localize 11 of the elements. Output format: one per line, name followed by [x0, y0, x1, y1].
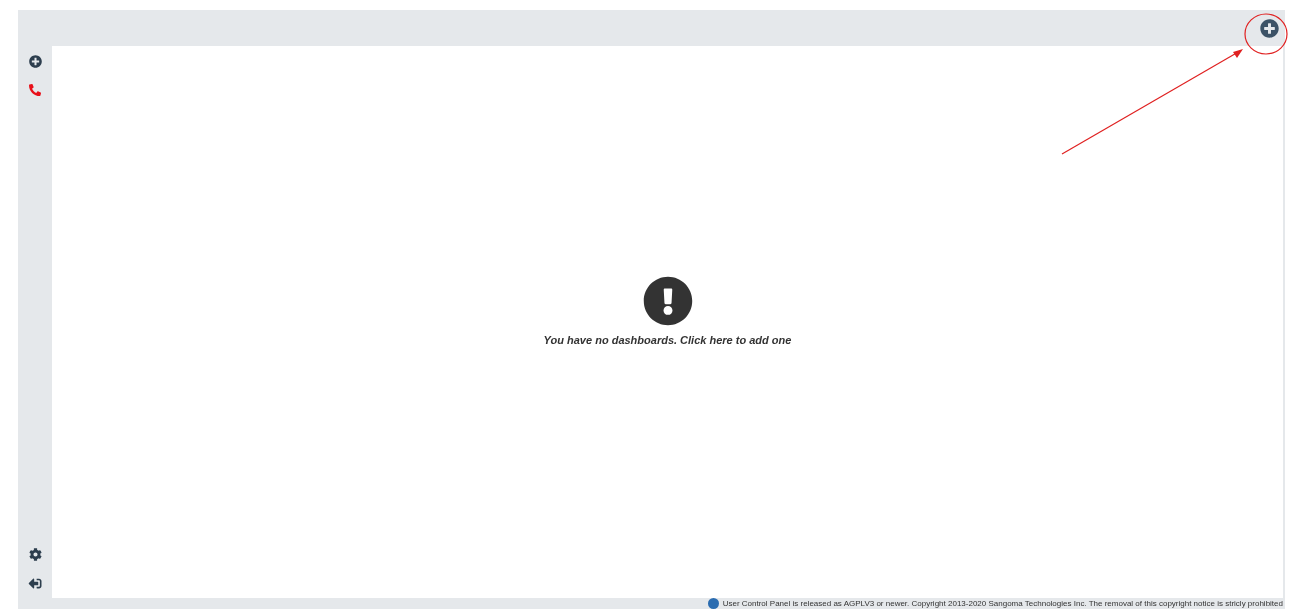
empty-message[interactable]: You have no dashboards. Click here to add one — [543, 331, 792, 349]
add-icon[interactable] — [28, 55, 42, 68]
annotation-circle — [1244, 12, 1288, 56]
add-icon — [1259, 18, 1279, 38]
settings-icon[interactable] — [28, 548, 42, 561]
add-dashboard-button[interactable] — [1259, 18, 1279, 38]
phone-icon[interactable] — [29, 84, 41, 96]
logout-icon[interactable] — [28, 577, 42, 590]
exclamation-icon — [642, 275, 693, 326]
logo-icon — [707, 598, 719, 609]
copyright-notice: User Control Panel is released as AGPLV3 or newer. Copyright 2013-2020 Sangoma Technologies Inc. The removal of this copyright notice is stricly prohibited — [722, 598, 1283, 609]
